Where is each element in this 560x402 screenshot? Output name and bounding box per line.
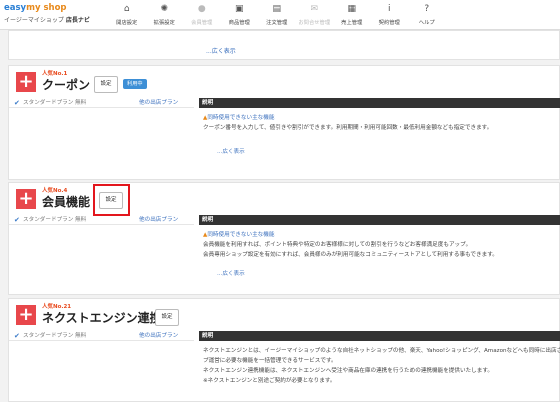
feature-card-previous: ...広く表示: [8, 30, 560, 60]
logo-text-easy: easy: [4, 3, 27, 13]
logo[interactable]: easymy shop イージーマイショップ 店長ナビ: [0, 0, 108, 29]
feature-title: クーポン: [42, 78, 91, 92]
plus-icon[interactable]: +: [16, 72, 36, 92]
main-nav: ⌂ 開店設定 ✺ 拡張設定 ● 会員管理 ▣ 商品管理 ▤ 注文管理 ✉ お問合せ管理 ▦ 売…: [108, 0, 446, 29]
nav-label: 拡張設定: [153, 20, 175, 26]
calculator-icon: ▦: [347, 4, 356, 14]
plan-fee: 無料: [75, 333, 87, 339]
plan-fee: 無料: [75, 217, 87, 223]
status-badge: 利用中: [123, 79, 147, 89]
home-icon: ⌂: [123, 4, 130, 14]
description-panel: 説明 ▲同時使用できない主な機能 会員機能を利用すれば、ポイント特典や特定のお客…: [199, 215, 560, 279]
feature-card-member: + 人気No.4 会員機能 設定 ✔ スタンダードプラン 無料 他の出店プラン …: [8, 182, 560, 295]
highlight-box: [93, 184, 130, 216]
description-text: ネクストエンジン連携機能は、ネクストエンジンへ受注や商品在庫の連携を行うための連…: [203, 368, 493, 374]
feature-title: 会員機能: [42, 195, 91, 209]
gear-icon: ✺: [160, 4, 169, 14]
description-panel: 説明 ▲同時使用できない主な機能 クーポン番号を入力して、値引きや割引ができます…: [199, 98, 560, 157]
logo-subtitle: イージーマイショップ: [4, 17, 64, 24]
show-more-link[interactable]: ...広く表示: [203, 147, 560, 157]
plan-name: スタンダードプラン: [23, 100, 74, 106]
notice-text: 同時使用できない主な機能: [207, 232, 275, 238]
nav-label: 会員管理: [191, 20, 213, 26]
description-text: ※ネクストエンジンと別途ご契約が必要となります。: [203, 378, 336, 384]
logo-subtitle-navi: 店長ナビ: [65, 17, 90, 24]
description-text: クーポン番号を入力して、値引きや割引ができます。利用期間・利用可能回数・最低利用…: [203, 125, 493, 131]
plan-fee: 無料: [75, 100, 87, 106]
plan-row: ✔ スタンダードプラン 無料 他の出店プラン: [9, 98, 194, 108]
plan-name: スタンダードプラン: [23, 217, 74, 223]
nav-item-order-management[interactable]: ▤ 注文管理: [258, 0, 296, 29]
notice-text: 同時使用できない主な機能: [207, 115, 275, 121]
other-plans-link[interactable]: 他の出店プラン: [139, 331, 178, 341]
nav-item-opening-settings[interactable]: ⌂ 開店設定: [108, 0, 146, 29]
description-text: 会員専用ショップ設定を有効にすれば、会員様のみが利用可能なコミュニティーストアと…: [203, 252, 498, 258]
description-text: ネクストエンジンとは、イージーマイショップのような自社ネットショップの他、楽天、…: [203, 348, 560, 354]
nav-label: 契約管理: [378, 20, 400, 26]
mail-icon: ✉: [310, 4, 319, 14]
other-plans-link[interactable]: 他の出店プラン: [139, 98, 178, 108]
nav-item-help[interactable]: ? ヘルプ: [408, 0, 446, 29]
description-header: 説明: [199, 215, 560, 225]
plus-icon[interactable]: +: [16, 305, 36, 325]
nav-label: ヘルプ: [418, 20, 435, 26]
feature-title: ネクストエンジン連携: [42, 311, 162, 325]
card-header: + 人気No.21 ネクストエンジン連携 設定: [9, 299, 559, 329]
description-text: 会員機能を利用すれば、ポイント特典や特定のお客様様に対しての割引を行うなどお客様…: [203, 242, 472, 248]
check-icon: ✔: [14, 332, 20, 340]
feature-card-coupon: + 人気No.1 クーポン 設定 利用中 ✔ スタンダードプラン 無料 他の出店…: [8, 65, 560, 180]
plan-row: ✔ スタンダードプラン 無料 他の出店プラン: [9, 215, 194, 225]
check-icon: ✔: [14, 99, 20, 107]
nav-label: 商品管理: [228, 20, 250, 26]
nav-label: 売上管理: [341, 20, 363, 26]
nav-label: 開店設定: [116, 20, 138, 26]
nav-label: 注文管理: [266, 20, 288, 26]
plan-row: ✔ スタンダードプラン 無料 他の出店プラン: [9, 331, 194, 341]
description-body: ▲同時使用できない主な機能 会員機能を利用すれば、ポイント特典や特定のお客様様に…: [199, 225, 560, 279]
nav-item-sales-management[interactable]: ▦ 売上管理: [333, 0, 371, 29]
plus-icon[interactable]: +: [16, 189, 36, 209]
nav-item-product-management[interactable]: ▣ 商品管理: [221, 0, 259, 29]
person-icon: ●: [197, 4, 206, 14]
description-header: 説明: [199, 98, 560, 108]
help-icon: ?: [424, 4, 430, 14]
nav-label: お問合せ管理: [298, 20, 331, 26]
document-icon: ▤: [272, 4, 281, 14]
nav-item-inquiry-management[interactable]: ✉ お問合せ管理: [296, 0, 334, 29]
check-icon: ✔: [14, 216, 20, 224]
plan-name: スタンダードプラン: [23, 333, 74, 339]
description-header: 説明: [199, 331, 560, 341]
settings-button[interactable]: 設定: [94, 76, 118, 93]
settings-button[interactable]: 設定: [155, 309, 179, 326]
feature-card-next-engine: + 人気No.21 ネクストエンジン連携 設定 ✔ スタンダードプラン 無料 他…: [8, 298, 560, 402]
incompatible-features-notice[interactable]: ▲同時使用できない主な機能: [203, 113, 560, 123]
show-more-link[interactable]: ...広く表示: [203, 269, 560, 279]
card-header: + 人気No.1 クーポン 設定 利用中: [9, 66, 559, 96]
nav-item-extended-settings[interactable]: ✺ 拡張設定: [146, 0, 184, 29]
logo-text-myshop: my shop: [26, 3, 67, 13]
description-panel: 説明 ネクストエンジンとは、イージーマイショップのような自社ネットショップの他、…: [199, 331, 560, 386]
top-header: easymy shop イージーマイショップ 店長ナビ ⌂ 開店設定 ✺ 拡張設定 …: [0, 0, 560, 30]
description-text: プ運営に必要な機能を一括管理できるサービスです。: [203, 358, 337, 364]
card-header: + 人気No.4 会員機能 設定: [9, 183, 559, 216]
incompatible-features-notice[interactable]: ▲同時使用できない主な機能: [203, 230, 560, 240]
other-plans-link[interactable]: 他の出店プラン: [139, 215, 178, 225]
description-body: ネクストエンジンとは、イージーマイショップのような自社ネットショップの他、楽天、…: [199, 341, 560, 386]
gift-icon: ▣: [234, 4, 244, 14]
info-icon: i: [387, 4, 391, 14]
show-more-link[interactable]: ...広く表示: [206, 46, 236, 55]
page: easymy shop イージーマイショップ 店長ナビ ⌂ 開店設定 ✺ 拡張設定 …: [0, 0, 560, 402]
description-body: ▲同時使用できない主な機能 クーポン番号を入力して、値引きや割引ができます。利用…: [199, 108, 560, 157]
nav-item-member-management[interactable]: ● 会員管理: [183, 0, 221, 29]
nav-item-contract-management[interactable]: i 契約管理: [371, 0, 409, 29]
